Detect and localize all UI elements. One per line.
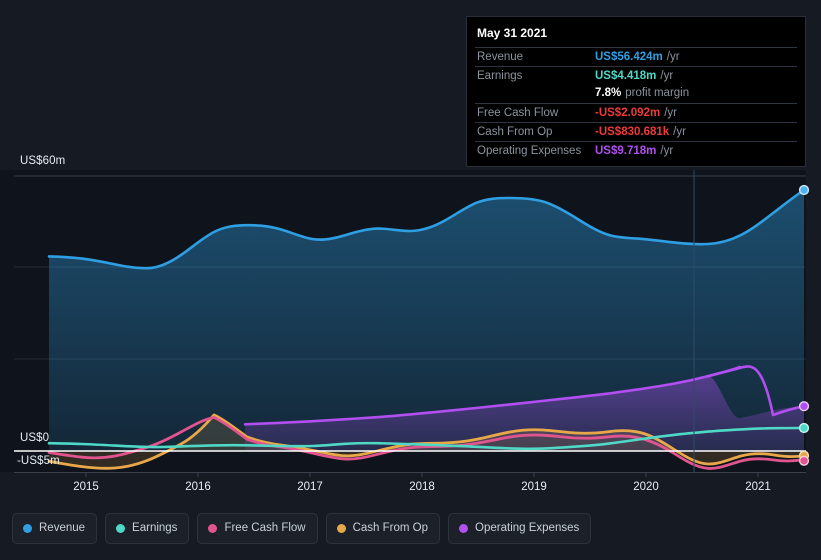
tooltip-label-cash-from-op: Cash From Op bbox=[477, 126, 553, 138]
legend-dot-revenue-icon bbox=[23, 524, 32, 533]
legend-label-free-cash-flow: Free Cash Flow bbox=[224, 521, 306, 534]
y-axis-label-negative: -US$5m bbox=[17, 455, 60, 467]
x-axis-label-2015: 2015 bbox=[73, 481, 99, 493]
tooltip-value-earnings: US$4.418m bbox=[595, 70, 657, 82]
legend-item-free-cash-flow[interactable]: Free Cash Flow bbox=[197, 513, 318, 544]
tooltip-row-operating-expenses: Operating Expenses US$9.718m /yr bbox=[475, 141, 797, 160]
tooltip-value-revenue: US$56.424m bbox=[595, 51, 663, 63]
legend-item-cash-from-op[interactable]: Cash From Op bbox=[325, 513, 441, 544]
x-axis-label-2021: 2021 bbox=[745, 481, 771, 493]
earnings-endpoint-dot bbox=[798, 422, 810, 434]
tooltip-row-cash-from-op: Cash From Op -US$830.681k /yr bbox=[475, 122, 797, 141]
tooltip-label-earnings: Earnings bbox=[477, 70, 523, 82]
legend-item-earnings[interactable]: Earnings bbox=[105, 513, 190, 544]
free-cash-flow-endpoint-dot bbox=[798, 455, 810, 466]
x-axis bbox=[14, 472, 806, 477]
tooltip-row-profit-margin: 7.8% profit margin bbox=[475, 85, 797, 103]
legend-dot-cash-from-op-icon bbox=[336, 524, 346, 533]
tooltip-row-revenue: Revenue US$56.424m /yr bbox=[475, 47, 797, 66]
tooltip-value-operating-expenses: US$9.718m bbox=[595, 145, 657, 157]
legend-dot-earnings-icon bbox=[116, 524, 126, 533]
tooltip-date: May 31 2021 bbox=[477, 26, 548, 40]
operating-expenses-endpoint-dot bbox=[798, 401, 810, 412]
legend-label-earnings: Earnings bbox=[132, 521, 178, 534]
tooltip-label-operating-expenses: Operating Expenses bbox=[477, 145, 582, 157]
tooltip-profit-margin-text: profit margin bbox=[625, 87, 690, 99]
x-axis-label-2020: 2020 bbox=[633, 481, 659, 493]
chart-tooltip: May 31 2021 Revenue US$56.424m /yr Earni… bbox=[466, 16, 806, 167]
legend-item-operating-expenses[interactable]: Operating Expenses bbox=[448, 513, 592, 544]
x-axis-label-2017: 2017 bbox=[297, 481, 323, 493]
legend-label-revenue: Revenue bbox=[39, 521, 86, 534]
chart-legend: Revenue Earnings Free Cash Flow Cash Fro… bbox=[12, 513, 592, 544]
x-axis-label-2018: 2018 bbox=[409, 481, 435, 493]
revenue-endpoint-dot bbox=[798, 184, 810, 196]
y-axis-label-zero: US$0 bbox=[20, 432, 50, 444]
legend-label-operating-expenses: Operating Expenses bbox=[475, 521, 580, 534]
tooltip-label-revenue: Revenue bbox=[477, 51, 524, 63]
tooltip-unit-operating-expenses: /yr bbox=[660, 145, 674, 157]
legend-dot-operating-expenses-icon bbox=[459, 524, 469, 533]
tooltip-value-cash-from-op: -US$830.681k bbox=[595, 126, 670, 138]
tooltip-unit-revenue: /yr bbox=[666, 51, 680, 63]
x-axis-label-2019: 2019 bbox=[521, 481, 547, 493]
legend-dot-free-cash-flow-icon bbox=[208, 524, 218, 533]
tooltip-unit-earnings: /yr bbox=[660, 70, 674, 82]
tooltip-label-free-cash-flow: Free Cash Flow bbox=[477, 107, 559, 119]
legend-label-cash-from-op: Cash From Op bbox=[352, 521, 429, 534]
tooltip-value-free-cash-flow: -US$2.092m bbox=[595, 107, 661, 119]
tooltip-unit-cash-from-op: /yr bbox=[673, 126, 686, 138]
tooltip-row-free-cash-flow: Free Cash Flow -US$2.092m /yr bbox=[475, 103, 797, 122]
y-axis-label-top: US$60m bbox=[20, 155, 66, 167]
financial-chart: US$60m US$0 -US$5m 2015 2016 2017 2018 2… bbox=[0, 0, 821, 560]
tooltip-unit-free-cash-flow: /yr bbox=[664, 107, 677, 119]
x-axis-label-2016: 2016 bbox=[185, 481, 211, 493]
tooltip-profit-margin-value: 7.8% bbox=[595, 87, 622, 99]
tooltip-row-earnings: Earnings US$4.418m /yr bbox=[475, 66, 797, 85]
legend-item-revenue[interactable]: Revenue bbox=[12, 513, 98, 544]
